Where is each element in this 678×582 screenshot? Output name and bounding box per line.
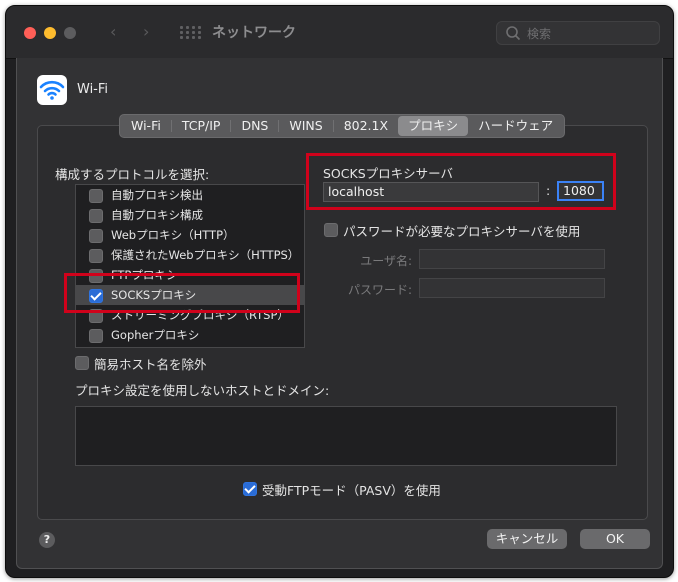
close-window-button[interactable] bbox=[24, 27, 36, 39]
protocol-list: 自動プロキシ検出 自動プロキシ構成 Webプロキシ（HTTP） 保護されたWeb… bbox=[75, 184, 305, 348]
tab-hardware[interactable]: ハードウェア bbox=[468, 116, 563, 136]
exclude-simple-hostnames-label: 簡易ホスト名を除外 bbox=[94, 357, 207, 372]
password-input[interactable] bbox=[419, 278, 605, 298]
protocol-checkbox[interactable] bbox=[89, 329, 103, 343]
tab-wins[interactable]: WINS bbox=[279, 116, 332, 136]
tab-8021x[interactable]: 802.1X bbox=[334, 116, 398, 136]
list-item[interactable]: 自動プロキシ検出 bbox=[76, 185, 304, 205]
list-item[interactable]: 保護されたWebプロキシ（HTTPS） bbox=[76, 245, 304, 265]
tab-dns[interactable]: DNS bbox=[231, 116, 278, 136]
forward-icon[interactable]: › bbox=[143, 22, 149, 41]
password-label: パスワード: bbox=[347, 283, 412, 297]
protocol-checkbox[interactable] bbox=[89, 209, 103, 223]
protocol-label: 自動プロキシ構成 bbox=[111, 208, 203, 222]
ok-button[interactable]: OK bbox=[580, 529, 650, 549]
passive-ftp-checkbox[interactable] bbox=[243, 482, 257, 496]
title-bar: ‹ › ネットワーク 検索 bbox=[6, 6, 673, 59]
list-item[interactable]: 自動プロキシ構成 bbox=[76, 205, 304, 225]
cancel-button[interactable]: キャンセル bbox=[487, 529, 567, 549]
list-item[interactable]: Webプロキシ（HTTP） bbox=[76, 225, 304, 245]
search-icon bbox=[506, 26, 521, 41]
bypass-hosts-label: プロキシ設定を使用しないホストとドメイン: bbox=[75, 383, 330, 398]
annotation-highlight-server bbox=[306, 153, 616, 210]
protocol-checkbox[interactable] bbox=[89, 189, 103, 203]
interface-name: Wi-Fi bbox=[77, 82, 109, 97]
settings-tab-bar: Wi-Fi TCP/IP DNS WINS 802.1X プロキシ ハードウェア bbox=[119, 114, 566, 138]
protocol-label: 保護されたWebプロキシ（HTTPS） bbox=[111, 248, 300, 262]
search-field[interactable]: 検索 bbox=[496, 21, 660, 45]
list-item[interactable]: Gopherプロキシ bbox=[76, 325, 304, 345]
back-icon[interactable]: ‹ bbox=[110, 22, 116, 41]
passive-ftp-label: 受動FTPモード（PASV）を使用 bbox=[262, 483, 441, 498]
bypass-hosts-textarea[interactable] bbox=[75, 406, 617, 466]
tab-proxies[interactable]: プロキシ bbox=[398, 116, 469, 136]
protocol-checkbox[interactable] bbox=[89, 229, 103, 243]
exclude-simple-hostnames-checkbox[interactable] bbox=[75, 356, 89, 370]
protocol-label: 自動プロキシ検出 bbox=[111, 188, 203, 202]
protocol-label: Webプロキシ（HTTP） bbox=[111, 228, 235, 242]
tab-tcpip[interactable]: TCP/IP bbox=[172, 116, 231, 136]
username-label: ユーザ名: bbox=[360, 254, 412, 268]
protocol-checkbox[interactable] bbox=[89, 249, 103, 263]
minimize-window-button[interactable] bbox=[44, 27, 56, 39]
show-all-grid-icon[interactable] bbox=[180, 26, 201, 40]
auth-required-label: パスワードが必要なプロキシサーバを使用 bbox=[343, 224, 581, 239]
proxy-settings-sheet: Wi-Fi 構成するプロトコルを選択: SOCKSプロキシサーバ localho… bbox=[16, 58, 663, 569]
username-input[interactable] bbox=[419, 249, 605, 269]
tab-wifi[interactable]: Wi-Fi bbox=[121, 116, 171, 136]
search-placeholder: 検索 bbox=[527, 27, 552, 41]
zoom-window-button[interactable] bbox=[64, 27, 76, 39]
window-title: ネットワーク bbox=[212, 25, 296, 41]
auth-required-checkbox[interactable] bbox=[324, 223, 338, 237]
protocol-label: Gopherプロキシ bbox=[111, 328, 200, 342]
annotation-highlight-socks bbox=[64, 273, 300, 313]
protocols-heading: 構成するプロトコルを選択: bbox=[55, 167, 210, 182]
help-button[interactable]: ? bbox=[39, 532, 55, 548]
wifi-icon bbox=[37, 75, 67, 105]
